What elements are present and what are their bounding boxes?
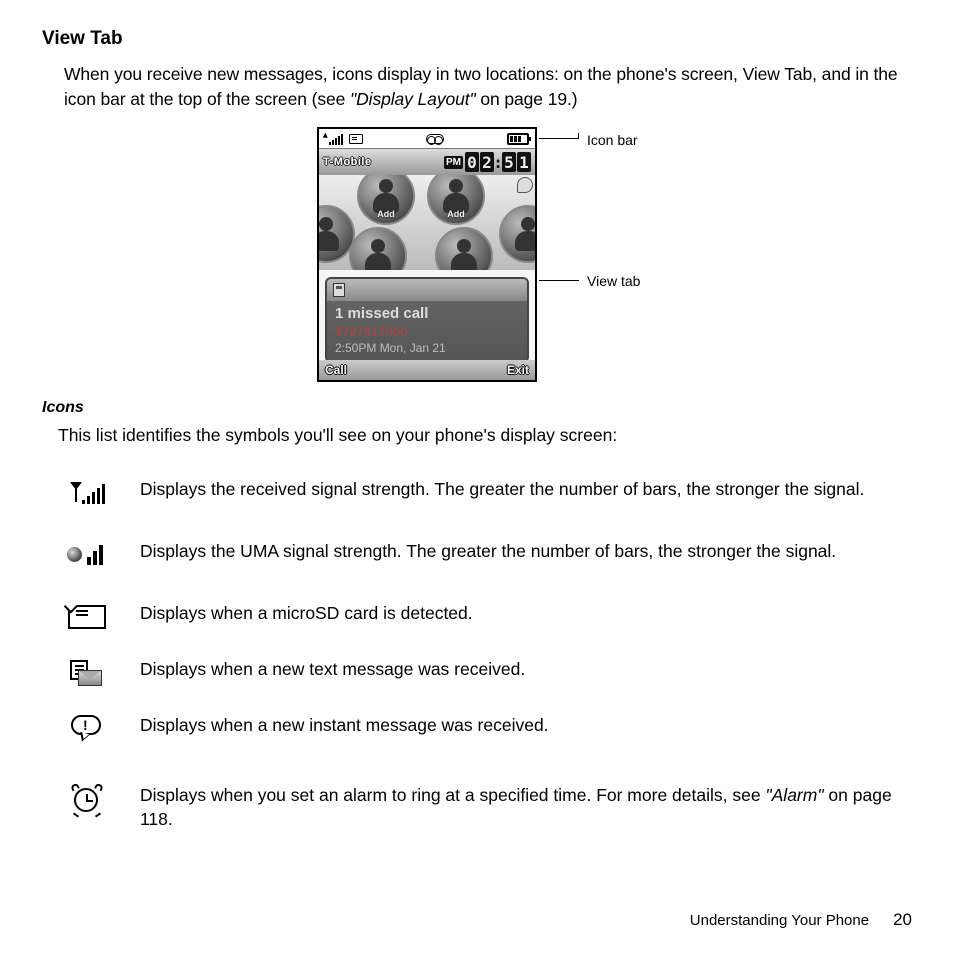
list-item: ! Displays when a new instant message wa…: [62, 712, 912, 746]
favorites-area: Add Add: [319, 175, 535, 270]
instant-message-icon: !: [62, 712, 112, 746]
icon-description: Displays the UMA signal strength. The gr…: [140, 538, 836, 564]
icon-description: Displays when a new instant message was …: [140, 712, 549, 738]
page-number: 20: [893, 910, 912, 930]
callout-line: [539, 280, 579, 281]
battery-icon: [507, 133, 529, 145]
add-contact-label: Add: [377, 209, 395, 219]
add-contact-label: Add: [447, 209, 465, 219]
microsd-icon: [62, 600, 112, 634]
page-footer: Understanding Your Phone 20: [690, 910, 912, 930]
list-item: Displays when a new text message was rec…: [62, 656, 912, 690]
sd-card-icon: [349, 134, 363, 144]
softkey-right: Exit: [507, 363, 529, 377]
signal-icon: [325, 133, 343, 145]
icon-definition-list: Displays the received signal strength. T…: [62, 476, 912, 831]
desc-text: Displays when you set an alarm to ring a…: [140, 785, 765, 805]
text-message-icon: [62, 656, 112, 690]
icon-description: Displays when a new text message was rec…: [140, 656, 525, 682]
notification-title: 1 missed call: [335, 305, 519, 322]
clock: PM 0 2 : 5 1: [444, 152, 531, 172]
softkey-left: Call: [325, 363, 347, 377]
icons-heading: Icons: [42, 399, 912, 417]
phone-screenshot: T-Mobile PM 0 2 : 5 1 Add Add: [317, 127, 537, 382]
callout-line: [539, 138, 579, 139]
list-item: Displays when you set an alarm to ring a…: [62, 782, 912, 831]
list-item: Displays the received signal strength. T…: [62, 476, 912, 510]
clock-digit: 0: [465, 152, 479, 172]
list-item: Displays when a microSD card is detected…: [62, 600, 912, 634]
phone-icon: [333, 283, 345, 297]
callout-view-tab: View tab: [587, 273, 640, 289]
icons-intro: This list identifies the symbols you'll …: [58, 425, 912, 446]
intro-text-tail: on page 19.): [480, 89, 577, 109]
signal-strength-icon: [62, 476, 112, 510]
list-item: Displays the UMA signal strength. The gr…: [62, 538, 912, 572]
icon-description: Displays when you set an alarm to ring a…: [140, 782, 912, 831]
carrier-label: T-Mobile: [323, 156, 372, 168]
view-tab-notification: 1 missed call 9727617000 2:50PM Mon, Jan…: [325, 277, 529, 363]
clock-colon: :: [495, 152, 501, 172]
intro-paragraph: When you receive new messages, icons dis…: [64, 62, 912, 111]
notification-time: 2:50PM Mon, Jan 21: [335, 341, 519, 355]
notification-number: 9727617000: [335, 324, 519, 339]
desc-crossref: "Alarm": [765, 785, 823, 805]
status-icon-bar: [319, 129, 535, 149]
clock-digit: 2: [480, 152, 494, 172]
intro-crossref: "Display Layout": [350, 89, 476, 109]
alarm-icon: [62, 782, 112, 816]
icon-description: Displays when a microSD card is detected…: [140, 600, 473, 626]
chapter-title: Understanding Your Phone: [690, 912, 869, 929]
figure: T-Mobile PM 0 2 : 5 1 Add Add: [42, 127, 912, 389]
section-heading: View Tab: [42, 28, 912, 50]
voicemail-icon: [426, 134, 444, 144]
icon-description: Displays the received signal strength. T…: [140, 476, 864, 502]
clock-digit: 1: [517, 152, 531, 172]
carrier-row: T-Mobile PM 0 2 : 5 1: [319, 149, 535, 175]
callout-icon-bar: Icon bar: [587, 132, 638, 148]
clock-digit: 5: [502, 152, 516, 172]
uma-signal-icon: [62, 538, 112, 572]
softkey-bar: Call Exit: [319, 360, 535, 380]
ampm-badge: PM: [444, 156, 463, 169]
